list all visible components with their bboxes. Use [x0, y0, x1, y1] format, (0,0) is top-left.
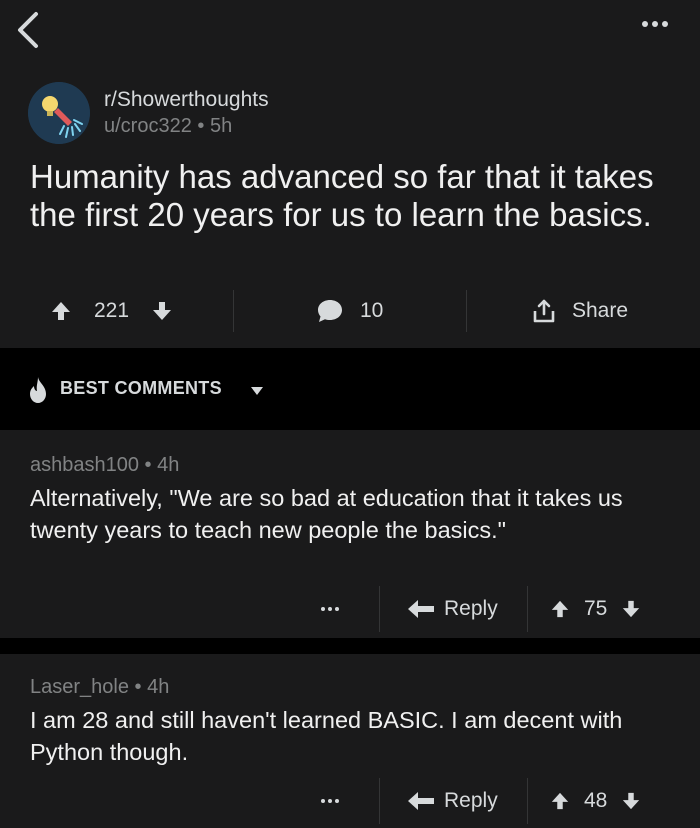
reply-label: Reply	[444, 597, 498, 620]
arrow-down-icon[interactable]	[151, 300, 173, 322]
comments-sort-header[interactable]: BEST COMMENTS	[0, 348, 700, 428]
comment-more-button[interactable]	[321, 586, 339, 632]
divider	[527, 778, 528, 824]
reply-button[interactable]: Reply	[406, 586, 498, 632]
post-author[interactable]: u/croc322	[104, 115, 192, 137]
sort-label: BEST COMMENTS	[60, 378, 222, 398]
comment-meta: ashbash100 • 4h	[30, 454, 179, 477]
comment-count: 10	[360, 299, 384, 322]
meta-separator: •	[134, 676, 142, 698]
vote-group: 221	[50, 288, 173, 334]
divider	[527, 586, 528, 632]
post-title[interactable]: Humanity has advanced so far that it tak…	[30, 158, 670, 234]
post-age: 5h	[209, 115, 233, 137]
more-horizontal-icon	[321, 607, 339, 611]
comment-age: 4h	[157, 454, 180, 476]
flame-icon	[30, 377, 46, 403]
arrow-down-icon[interactable]	[621, 599, 641, 619]
share-label: Share	[572, 299, 629, 322]
more-options-button[interactable]	[642, 14, 682, 34]
arrow-up-icon[interactable]	[550, 791, 570, 811]
chevron-left-icon	[18, 12, 38, 48]
post-action-bar: 221 10 Share	[0, 288, 700, 334]
arrow-up-icon[interactable]	[50, 300, 72, 322]
arrow-down-icon[interactable]	[621, 791, 641, 811]
reply-label: Reply	[444, 789, 498, 812]
comment-action-bar: Reply 75	[0, 586, 700, 632]
reply-arrow-icon	[408, 600, 434, 618]
comment-score: 48	[584, 789, 608, 812]
post-meta: u/croc322 • 5h	[104, 115, 232, 138]
comment-score: 75	[584, 597, 608, 620]
comment-bubble-icon	[318, 300, 342, 322]
comment-body: I am 28 and still haven't learned BASIC.…	[30, 707, 623, 765]
comment-body: Alternatively, "We are so bad at educati…	[30, 485, 623, 543]
meta-separator: •	[197, 115, 205, 137]
comment-author[interactable]: Laser_hole	[30, 676, 129, 698]
comment-age: 4h	[147, 676, 170, 698]
divider	[233, 290, 234, 332]
subreddit-name[interactable]: r/Showerthoughts	[104, 88, 269, 112]
reply-arrow-icon	[408, 792, 434, 810]
subreddit-avatar[interactable]	[28, 82, 90, 144]
comment-vote-group: 48	[550, 778, 641, 824]
reply-button[interactable]: Reply	[406, 778, 498, 824]
comment-more-button[interactable]	[321, 778, 339, 824]
share-icon	[533, 299, 555, 323]
share-button[interactable]: Share	[532, 288, 628, 334]
post-score: 221	[94, 299, 130, 322]
divider	[379, 586, 380, 632]
comment-vote-group: 75	[550, 586, 641, 632]
shower-icon	[28, 82, 90, 144]
comment-meta: Laser_hole • 4h	[30, 676, 169, 699]
comment: Laser_hole • 4h I am 28 and still haven'…	[0, 654, 700, 828]
comments-button[interactable]: 10	[316, 288, 383, 334]
top-bar	[0, 0, 700, 62]
back-button[interactable]	[10, 8, 50, 52]
meta-separator: •	[144, 454, 152, 476]
caret-down-icon	[251, 387, 263, 395]
comment-author[interactable]: ashbash100	[30, 454, 139, 476]
more-horizontal-icon	[321, 799, 339, 803]
arrow-up-icon[interactable]	[550, 599, 570, 619]
divider	[466, 290, 467, 332]
more-horizontal-icon	[642, 21, 648, 27]
comment-action-bar: Reply 48	[0, 778, 700, 824]
post-card: r/Showerthoughts u/croc322 • 5h Humanity…	[0, 62, 700, 348]
comment: ashbash100 • 4h Alternatively, "We are s…	[0, 430, 700, 638]
divider	[379, 778, 380, 824]
